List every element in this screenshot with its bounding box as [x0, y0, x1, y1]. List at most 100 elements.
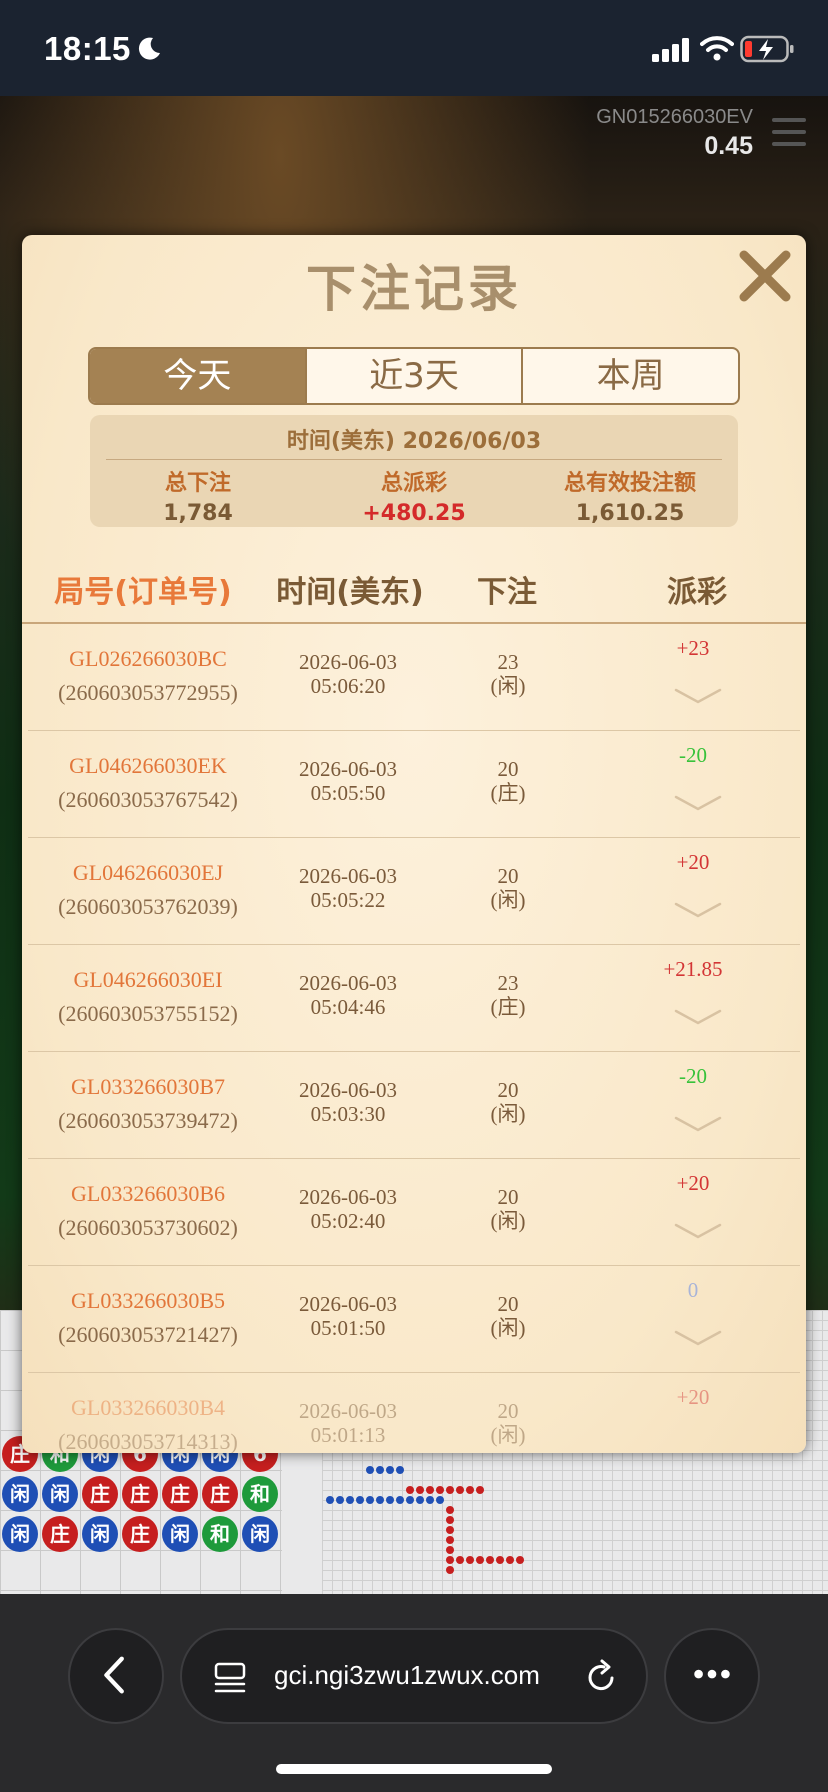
menu-icon[interactable] [772, 118, 806, 148]
record-time: 05:06:20 [310, 674, 386, 698]
bet-record-row[interactable]: GL026266030BC (260603053772955) 2026-06-… [28, 624, 800, 731]
total-payout-value: +480.25 [362, 501, 466, 526]
order-cell: GL033266030B4 (260603053714313) [38, 1391, 258, 1453]
tab-last-3-days[interactable]: 近3天 [304, 349, 522, 403]
time-cell: 2026-06-03 05:03:30 [268, 1078, 428, 1126]
order-cell: GL046266030EI (260603053755152) [38, 963, 258, 1031]
table-id: GN015266030EV [596, 106, 753, 128]
total-bet-value: 1,784 [163, 501, 233, 526]
column-time: 时间(美东) [276, 575, 424, 610]
record-date: 2026-06-03 [299, 971, 397, 995]
balance: 0.45 [704, 132, 753, 160]
road-dot [416, 1486, 424, 1494]
game-id[interactable]: GL033266030B7 [38, 1070, 258, 1104]
bet-side: (闲) [490, 1209, 526, 1233]
more-dots-icon [694, 1669, 730, 1679]
time-cell: 2026-06-03 05:06:20 [268, 650, 428, 698]
chevron-down-icon[interactable] [674, 1328, 722, 1348]
road-dot [456, 1556, 464, 1564]
game-id[interactable]: GL046266030EI [38, 963, 258, 997]
bead-marker: 闲 [162, 1516, 198, 1552]
order-no: (260603053739472) [58, 1108, 238, 1133]
record-time: 05:03:30 [310, 1102, 386, 1126]
total-bet-label: 总下注 [164, 471, 231, 496]
tab-this-week[interactable]: 本周 [521, 349, 738, 403]
address-bar[interactable]: gci.ngi3zwu1zwux.com [180, 1628, 648, 1724]
bet-cell: 20 (闲) [468, 1078, 548, 1126]
game-id[interactable]: GL046266030EJ [38, 856, 258, 890]
road-dot [346, 1496, 354, 1504]
chevron-down-icon[interactable] [674, 686, 722, 706]
game-id[interactable]: GL033266030B5 [38, 1284, 258, 1318]
payout-value: +20 [676, 1171, 710, 1195]
bet-record-row[interactable]: GL046266030EI (260603053755152) 2026-06-… [28, 945, 800, 1052]
reload-icon[interactable] [582, 1658, 620, 1696]
road-dot [446, 1536, 454, 1544]
road-dot [476, 1486, 484, 1494]
more-button[interactable] [664, 1628, 760, 1724]
road-dot [466, 1556, 474, 1564]
bet-side: (闲) [490, 888, 526, 912]
chevron-down-icon[interactable] [674, 1114, 722, 1134]
road-dot [386, 1496, 394, 1504]
chevron-left-icon [104, 1656, 124, 1694]
game-id[interactable]: GL033266030B4 [38, 1391, 258, 1425]
time-cell: 2026-06-03 05:02:40 [268, 1185, 428, 1233]
record-time: 05:05:22 [310, 888, 386, 912]
record-date: 2026-06-03 [299, 864, 397, 888]
chevron-down-icon[interactable] [674, 900, 722, 920]
bet-record-row[interactable]: GL033266030B5 (260603053721427) 2026-06-… [28, 1266, 800, 1373]
bead-marker: 闲 [242, 1516, 278, 1552]
reader-mode-icon[interactable] [212, 1660, 248, 1696]
game-id[interactable]: GL046266030EK [38, 749, 258, 783]
time-cell: 2026-06-03 05:01:13 [268, 1399, 428, 1447]
bet-cell: 23 (庄) [468, 971, 548, 1019]
road-dot [376, 1496, 384, 1504]
road-dot [366, 1496, 374, 1504]
time-cell: 2026-06-03 05:05:50 [268, 757, 428, 805]
column-bet: 下注 [477, 575, 537, 610]
back-button[interactable] [68, 1628, 164, 1724]
game-id[interactable]: GL026266030BC [38, 642, 258, 676]
bet-record-row[interactable]: GL046266030EK (260603053767542) 2026-06-… [28, 731, 800, 838]
bet-record-row[interactable]: GL046266030EJ (260603053762039) 2026-06-… [28, 838, 800, 945]
bet-cell: 20 (闲) [468, 864, 548, 912]
bet-record-row[interactable]: GL033266030B7 (260603053739472) 2026-06-… [28, 1052, 800, 1159]
road-dot [326, 1496, 334, 1504]
moon-icon [138, 37, 160, 60]
order-cell: GL033266030B5 (260603053721427) [38, 1284, 258, 1352]
bet-record-row[interactable]: GL033266030B4 (260603053714313) 2026-06-… [28, 1373, 800, 1453]
payout-value: +20 [676, 850, 710, 874]
bet-record-row[interactable]: GL033266030B6 (260603053730602) 2026-06-… [28, 1159, 800, 1266]
road-dot [476, 1556, 484, 1564]
bet-cell: 23 (闲) [468, 650, 548, 698]
road-dot [466, 1486, 474, 1494]
record-date: 2026-06-03 [299, 1292, 397, 1316]
chevron-down-icon[interactable] [674, 1007, 722, 1027]
road-dot [336, 1496, 344, 1504]
record-date: 2026-06-03 [299, 1078, 397, 1102]
road-dot [436, 1496, 444, 1504]
bead-marker: 闲 [82, 1516, 118, 1552]
tab-today[interactable]: 今天 [90, 349, 305, 403]
total-payout-label: 总派彩 [380, 471, 447, 496]
order-no: (260603053721427) [58, 1322, 238, 1347]
bead-marker: 庄 [82, 1476, 118, 1512]
bet-amount: 20 [497, 1399, 519, 1423]
close-icon[interactable] [736, 247, 794, 305]
bet-side: (闲) [490, 674, 526, 698]
record-time: 05:01:50 [310, 1316, 386, 1340]
bet-side: (闲) [490, 1423, 526, 1447]
browser-toolbar: gci.ngi3zwu1zwux.com [0, 1594, 828, 1792]
road-dot [446, 1506, 454, 1514]
bet-side: (闲) [490, 1102, 526, 1126]
record-time: 05:05:50 [310, 781, 386, 805]
bet-amount: 20 [497, 1292, 519, 1316]
road-dot [486, 1556, 494, 1564]
game-id[interactable]: GL033266030B6 [38, 1177, 258, 1211]
payout-value: +20 [676, 1385, 710, 1409]
road-dot [446, 1526, 454, 1534]
order-cell: GL033266030B7 (260603053739472) [38, 1070, 258, 1138]
chevron-down-icon[interactable] [674, 1221, 722, 1241]
chevron-down-icon[interactable] [674, 793, 722, 813]
